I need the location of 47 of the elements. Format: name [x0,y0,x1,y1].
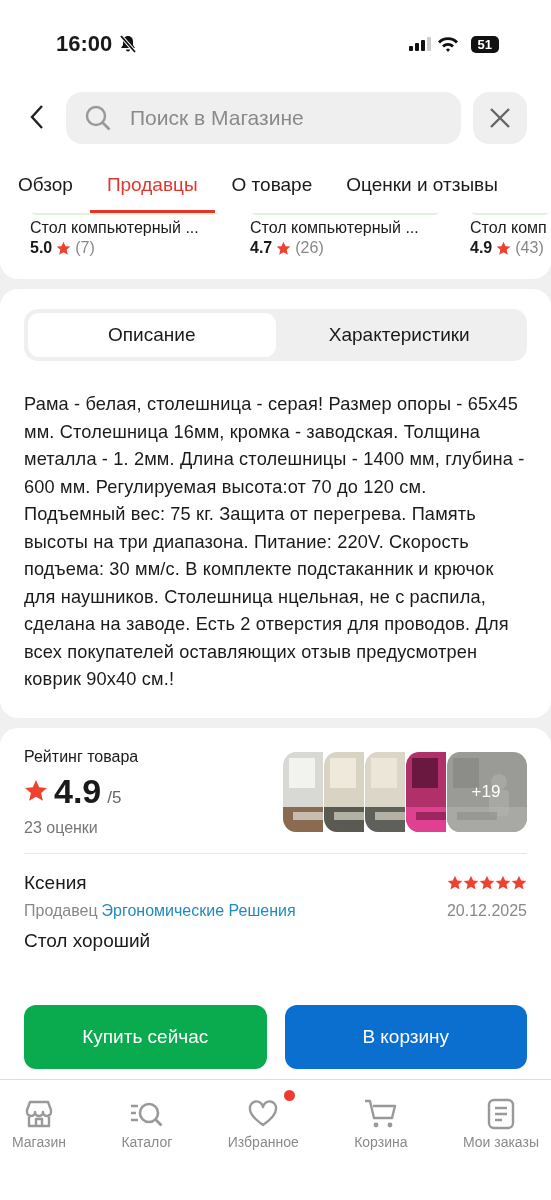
section-tab[interactable]: Оценки и отзывы [329,162,515,213]
search-field[interactable]: Поиск в Магазине [66,92,461,144]
star-icon [276,240,292,256]
star-icon [24,779,48,803]
more-photos-count[interactable]: +19 [446,751,526,832]
segment-tab[interactable]: Характеристики [275,313,523,357]
description-text: Рама - белая, столешница - серая! Размер опоры - 65x45 мм. Столешница 16мм, кромка - заводская. Толщина металла - 1. 2мм. Длина столешницы - 1400 мм, глубина - 600 мм. Регулируемая высота:от 70 до 120 см. Подъемный вес: 75 кг. Защита от перегрева. Память высоты на три диапазона. Питание: 220V. Скорость подъема: 30 мм/с. В комплекте подстаканник и крючок для наушников. Столешница нцельная, не с распила, сделана на заводе. Есть 2 отверстия для проводов. Для всех покупателей оставляющих отзыв предусмотрен коврик 90x40 см.! [24,393,526,691]
document-icon [485,1098,516,1130]
cart-icon [363,1098,398,1130]
add-to-cart-button[interactable]: В корзину [284,1005,527,1069]
seller-label: Продавец [24,901,98,920]
rating-value: 4.9 [54,771,102,811]
offer-title[interactable]: Стол компьютерный ... [30,219,220,237]
review-count: (7) [75,239,95,257]
section-tab[interactable]: О товаре [214,162,330,213]
rating-scale: /5 [107,787,122,808]
star-icon [56,240,72,256]
offer-rating: 4.7 [250,239,273,257]
seller-link[interactable]: Эргономические Решения [101,901,296,920]
rating-count: 23 оценки [24,818,99,837]
close-icon [489,107,511,129]
review-count: (43) [515,239,544,257]
status-time: 16:00 [56,31,113,57]
offer-rating: 5.0 [30,239,53,257]
storefront-icon [23,1098,55,1130]
star-icon [496,240,512,256]
nav-tab[interactable]: Каталог [121,1090,173,1150]
nav-tab[interactable]: Мои заказы [462,1090,539,1150]
review-text: Стол хороший [24,929,152,952]
close-button[interactable] [473,92,527,144]
search-icon [84,104,112,132]
review-date: 20.12.2025 [446,901,527,920]
nav-tab[interactable]: Магазин [12,1090,66,1150]
offer-title[interactable]: Стол комп [470,219,550,237]
wifi-icon [436,36,459,52]
battery-indicator: 51 [470,35,499,53]
review-author: Ксения [24,871,87,894]
signal-icon [408,37,431,51]
section-tab[interactable]: Обзор [0,162,90,213]
rating-title: Рейтинг товара [24,747,139,766]
nav-tab[interactable]: Корзина [354,1090,408,1150]
buy-now-button[interactable]: Купить сейчас [24,1005,267,1069]
segment-tab[interactable]: Описание [28,313,276,357]
offer-rating: 4.9 [470,239,493,257]
review-count: (26) [295,239,324,257]
offer-title[interactable]: Стол компьютерный ... [250,219,440,237]
nav-tab[interactable]: Избранное [227,1090,299,1150]
